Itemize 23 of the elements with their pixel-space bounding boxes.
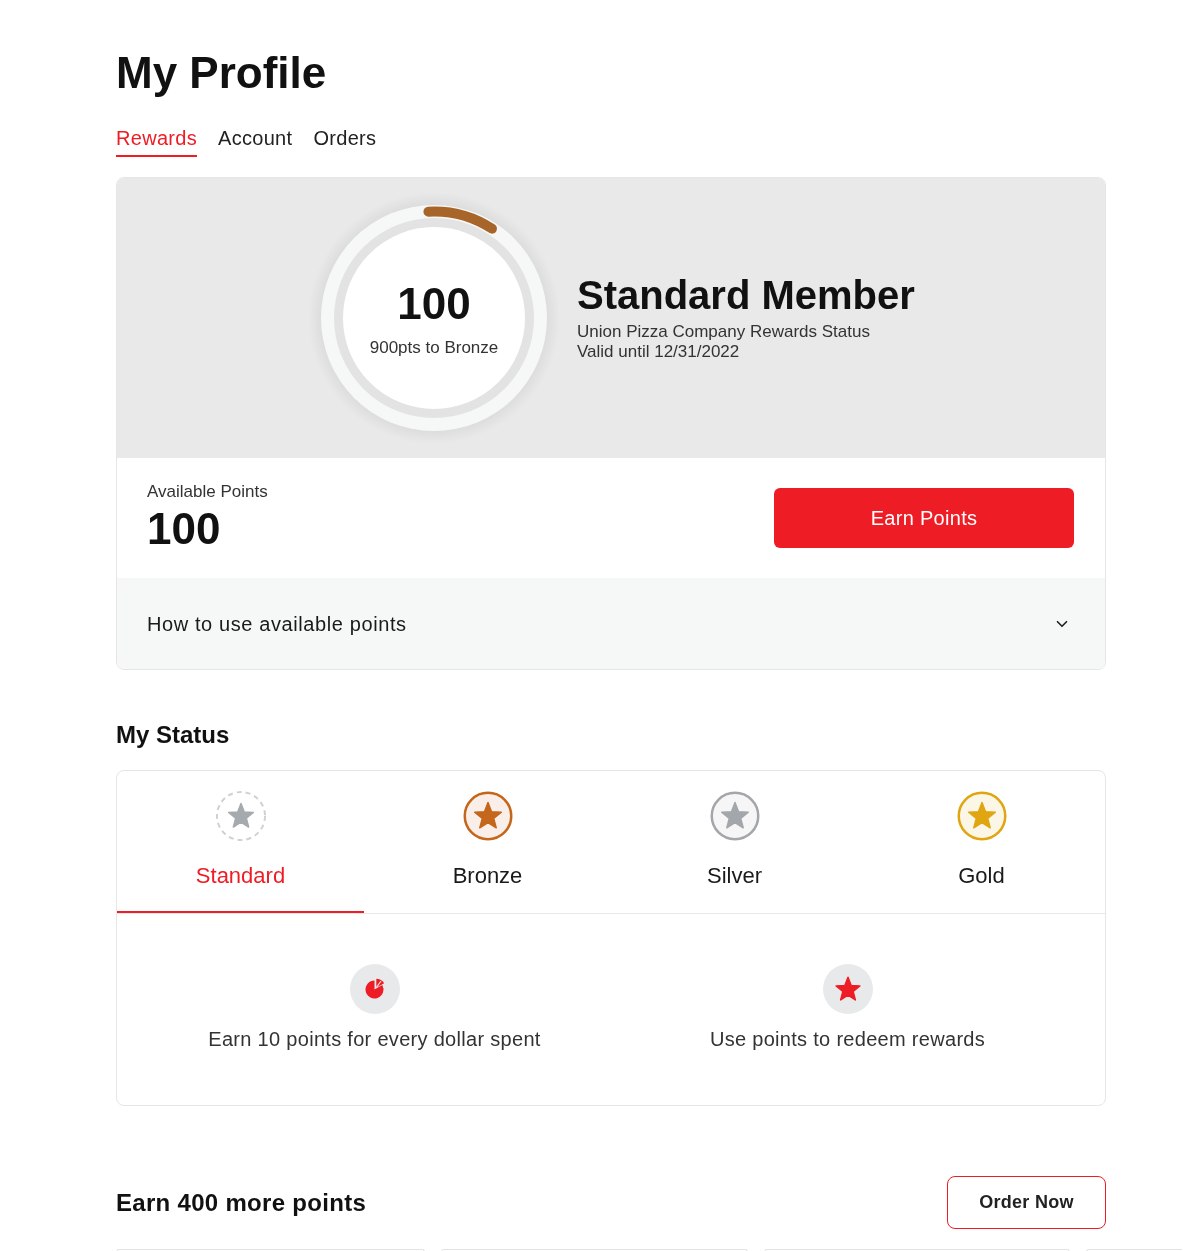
- page-title: My Profile: [116, 47, 327, 99]
- progress-caption: 900pts to Bronze: [369, 337, 499, 359]
- benefit-text: Earn 10 points for every dollar spent: [208, 1027, 541, 1052]
- membership-title: Standard Member: [577, 272, 915, 318]
- membership-detail: Union Pizza Company Rewards Status: [577, 322, 870, 342]
- tier-tab[interactable]: Bronze: [364, 771, 611, 913]
- pie-chart-icon: [349, 964, 400, 1014]
- available-points-value: 100: [147, 504, 222, 554]
- profile-tab[interactable]: Orders: [313, 124, 377, 157]
- order-now-button[interactable]: Order Now: [947, 1176, 1106, 1229]
- earn-points-button[interactable]: Earn Points: [774, 488, 1074, 548]
- points-value: 100: [397, 279, 471, 329]
- available-points-label: Available Points: [147, 482, 268, 502]
- profile-tab[interactable]: Rewards: [116, 124, 198, 157]
- section-heading: Earn 400 more points: [116, 1187, 367, 1218]
- membership-detail: Valid until 12/31/2022: [577, 342, 740, 362]
- tier-tab[interactable]: Gold: [858, 771, 1105, 913]
- profile-tab[interactable]: Account: [218, 124, 293, 157]
- how-to-use-points-accordion[interactable]: How to use available points: [117, 578, 1105, 669]
- benefit-text: Use points to redeem rewards: [709, 1027, 986, 1052]
- section-heading: My Status: [116, 720, 230, 750]
- tier-tab[interactable]: Standard: [117, 771, 364, 913]
- tier-tab[interactable]: Silver: [611, 771, 858, 913]
